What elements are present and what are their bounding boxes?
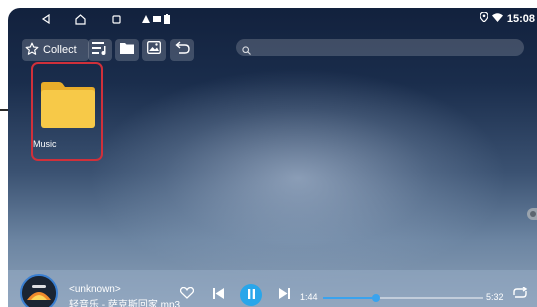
status-bar: 15:08 — [8, 8, 537, 30]
music-list-button[interactable] — [88, 39, 112, 61]
progress-slider[interactable] — [323, 294, 483, 302]
return-icon — [174, 41, 190, 59]
collect-button[interactable]: Collect — [22, 39, 89, 61]
total-time: 5:32 — [486, 292, 504, 302]
status-right: 15:08 — [479, 11, 535, 25]
search-input[interactable] — [236, 39, 524, 56]
pause-icon — [247, 286, 256, 304]
folder-label: Music — [33, 139, 57, 149]
screen: 15:08 Collect Music <unknown> 轻音乐 - 萨克斯回… — [8, 8, 537, 307]
skip-next-icon — [278, 286, 290, 304]
next-button[interactable] — [276, 288, 292, 302]
folder-icon — [120, 41, 134, 59]
previous-button[interactable] — [210, 288, 226, 302]
folder-icon — [41, 82, 95, 128]
album-art[interactable] — [20, 274, 58, 307]
music-list-icon — [92, 41, 108, 60]
progress-handle[interactable] — [371, 294, 380, 302]
collect-label: Collect — [43, 44, 77, 56]
favorite-button[interactable] — [178, 286, 196, 304]
star-icon — [25, 42, 39, 59]
track-title: <unknown> — [69, 284, 121, 295]
track-filename: 轻音乐 - 萨克斯回家.mp3 — [69, 300, 181, 307]
home-icon[interactable] — [72, 11, 88, 27]
image-button[interactable] — [142, 39, 166, 61]
folder-button[interactable] — [115, 39, 139, 61]
recents-icon[interactable] — [108, 11, 124, 27]
repeat-button[interactable] — [511, 286, 529, 304]
heart-icon — [179, 286, 195, 304]
floating-handle[interactable] — [527, 208, 537, 220]
clock: 15:08 — [506, 12, 535, 25]
location-icon — [479, 11, 489, 25]
battery-icon — [162, 11, 172, 27]
skip-previous-icon — [212, 286, 224, 304]
storage-icon — [152, 11, 162, 27]
warning-icon — [141, 11, 151, 27]
current-time: 1:44 — [300, 292, 318, 302]
search-icon — [242, 42, 253, 55]
progress-fill — [323, 297, 376, 299]
play-pause-button[interactable] — [240, 284, 262, 306]
wifi-icon — [491, 12, 503, 25]
folder-item-music[interactable]: Music — [31, 62, 103, 161]
return-button[interactable] — [170, 39, 194, 61]
back-icon[interactable] — [38, 11, 54, 27]
repeat-icon — [512, 286, 528, 304]
image-icon — [147, 41, 161, 59]
